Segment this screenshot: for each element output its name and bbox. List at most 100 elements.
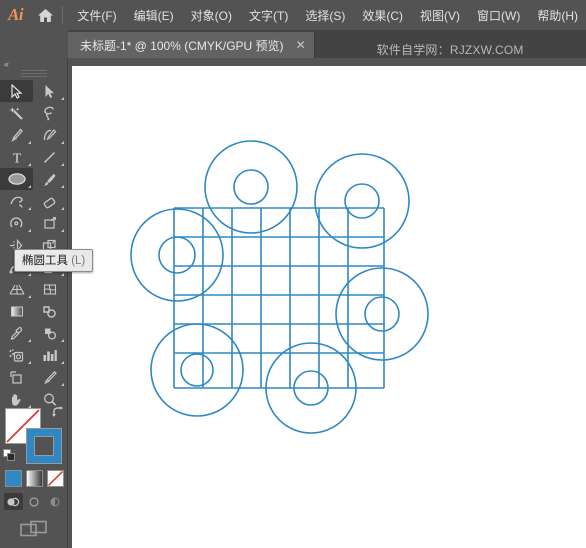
artboard[interactable] xyxy=(72,66,586,548)
solid-color-icon[interactable] xyxy=(4,470,22,487)
tool-flyout-indicator xyxy=(28,185,31,188)
stroke-swatch[interactable] xyxy=(26,428,62,464)
tool-flyout-indicator xyxy=(61,339,64,342)
tool-flyout-indicator xyxy=(28,295,31,298)
menu-edit[interactable]: 编辑(E) xyxy=(126,3,182,28)
slice-tool[interactable] xyxy=(33,366,66,388)
line-segment-tool[interactable] xyxy=(33,146,66,168)
illustrator-window: Ai 文件(F) 编辑(E) 对象(O) 文字(T) 选择(S) 效果(C) 视… xyxy=(0,0,586,548)
circle-right-inner xyxy=(364,296,400,332)
tool-flyout-indicator xyxy=(61,141,64,144)
change-screen-mode[interactable] xyxy=(0,519,68,539)
eyedropper-tool[interactable] xyxy=(0,322,33,344)
circle-bottom-left-inner xyxy=(180,353,214,387)
pen-tool[interactable] xyxy=(0,124,33,146)
home-icon[interactable] xyxy=(31,0,60,30)
gradient-swatch-icon[interactable] xyxy=(25,470,43,487)
curvature-tool[interactable] xyxy=(33,124,66,146)
menu-select[interactable]: 选择(S) xyxy=(297,3,353,28)
circle-right-outer xyxy=(335,267,429,361)
menu-file[interactable]: 文件(F) xyxy=(69,3,124,28)
vector-artwork xyxy=(130,140,429,434)
artboard-tool[interactable] xyxy=(0,366,33,388)
tool-flyout-indicator xyxy=(61,229,64,232)
circle-top-right-inner xyxy=(344,183,380,219)
swap-arrow-icon[interactable] xyxy=(51,406,65,420)
circle-left-outer xyxy=(130,208,224,302)
menu-type[interactable]: 文字(T) xyxy=(241,3,296,28)
symbol-sprayer-tool[interactable] xyxy=(33,322,66,344)
scale-tool[interactable] xyxy=(33,212,66,234)
document-tab-bar: 未标题-1* @ 100% (CMYK/GPU 预览) ✕ 软件自学网：RJZX… xyxy=(0,30,586,58)
direct-selection-tool[interactable] xyxy=(33,80,66,102)
tool-flyout-indicator xyxy=(28,273,31,276)
menu-divider xyxy=(62,6,64,24)
tool-flyout-indicator xyxy=(61,163,64,166)
circle-top-outer xyxy=(204,140,298,234)
fill-stroke-swatches xyxy=(3,406,65,464)
tool-flyout-indicator xyxy=(61,97,64,100)
tools-panel: « T 椭圆工具 (L) xyxy=(0,58,94,548)
menu-object[interactable]: 对象(O) xyxy=(183,3,240,28)
draw-behind-icon[interactable] xyxy=(25,493,44,510)
mesh-tool[interactable] xyxy=(33,278,66,300)
ellipse-tool-tooltip: 椭圆工具 (L) xyxy=(14,249,94,272)
draw-inside-icon[interactable] xyxy=(46,493,65,510)
none-swatch-icon[interactable] xyxy=(46,470,64,487)
draw-normal-icon[interactable] xyxy=(3,493,23,510)
menu-view[interactable]: 视图(V) xyxy=(412,3,468,28)
document-tab-title: 未标题-1* @ 100% (CMYK/GPU 预览) xyxy=(80,38,284,53)
ellipse-tool[interactable] xyxy=(0,168,33,190)
color-mode-swatches xyxy=(0,470,68,487)
tool-flyout-indicator xyxy=(61,207,64,210)
column-graph-tool[interactable] xyxy=(33,344,66,366)
watermark-text: 软件自学网：RJZXW.COM xyxy=(376,43,524,57)
close-icon[interactable]: ✕ xyxy=(296,39,306,51)
paintbrush-tool[interactable] xyxy=(33,168,66,190)
menu-item-list: 文件(F) 编辑(E) 对象(O) 文字(T) 选择(S) 效果(C) 视图(V… xyxy=(69,3,586,28)
tooltip-label: 椭圆工具 xyxy=(22,255,68,267)
circle-top-right-outer xyxy=(314,153,410,249)
tool-flyout-indicator xyxy=(28,361,31,364)
stroke-swatch-center xyxy=(34,436,54,456)
color-controls xyxy=(0,406,68,539)
type-tool[interactable]: T xyxy=(0,146,33,168)
shaper-tool[interactable] xyxy=(0,190,33,212)
tool-flyout-indicator xyxy=(28,339,31,342)
tool-flyout-indicator xyxy=(28,141,31,144)
tool-flyout-indicator xyxy=(61,361,64,364)
tab-bar-left-spacer xyxy=(0,30,68,58)
tool-flyout-indicator xyxy=(28,163,31,166)
circle-top-inner xyxy=(233,169,269,205)
perspective-grid-tool[interactable] xyxy=(0,278,33,300)
tool-flyout-indicator xyxy=(61,273,64,276)
tool-flyout-indicator xyxy=(61,185,64,188)
circle-left-inner xyxy=(158,236,196,274)
default-colors-icon[interactable] xyxy=(3,449,16,462)
eraser-tool[interactable] xyxy=(33,190,66,212)
menu-window[interactable]: 窗口(W) xyxy=(469,3,528,28)
rotate-tool[interactable] xyxy=(0,212,33,234)
menu-help[interactable]: 帮助(H) xyxy=(529,3,586,28)
tool-flyout-indicator xyxy=(28,207,31,210)
toolbar-drag-handle[interactable] xyxy=(20,70,47,77)
lasso-tool[interactable] xyxy=(33,102,66,124)
magic-wand-tool[interactable] xyxy=(0,102,33,124)
selection-tool[interactable] xyxy=(0,80,33,102)
svg-text:T: T xyxy=(12,151,21,165)
symbol-sprayer-alt-tool[interactable] xyxy=(0,344,33,366)
drawing-modes xyxy=(0,493,68,510)
gradient-tool[interactable] xyxy=(0,300,33,322)
document-tab[interactable]: 未标题-1* @ 100% (CMYK/GPU 预览) ✕ xyxy=(68,32,315,58)
circle-bottom-left-outer xyxy=(150,323,244,417)
tool-flyout-indicator xyxy=(61,383,64,386)
document-canvas[interactable] xyxy=(68,58,586,548)
tool-grid: T xyxy=(0,80,66,410)
menu-bar: Ai 文件(F) 编辑(E) 对象(O) 文字(T) 选择(S) 效果(C) 视… xyxy=(0,0,586,30)
toolbar-collapse-button[interactable]: « xyxy=(0,58,67,70)
ai-logo: Ai xyxy=(8,5,24,24)
tool-flyout-indicator xyxy=(28,229,31,232)
menu-effect[interactable]: 效果(C) xyxy=(354,3,411,28)
blend-tool[interactable] xyxy=(33,300,66,322)
tooltip-shortcut: (L) xyxy=(71,255,86,267)
